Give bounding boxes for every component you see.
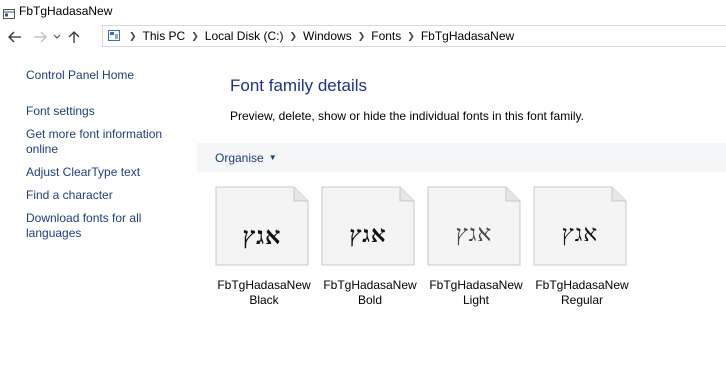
font-name: FbTgHadasaNew Bold	[320, 278, 420, 308]
navigation-row: ❯ This PC ❯ Local Disk (C:) ❯ Windows ❯ …	[0, 24, 726, 50]
address-bar[interactable]: ❯ This PC ❯ Local Disk (C:) ❯ Windows ❯ …	[102, 25, 726, 47]
sidebar-item-download-fonts[interactable]: Download fonts for all languages	[26, 211, 151, 241]
forward-arrow-icon	[34, 31, 47, 43]
font-style-name: Light	[462, 293, 490, 307]
window-title: FbTgHadasaNew	[19, 4, 113, 18]
command-bar: Organise ▼	[197, 143, 726, 172]
font-tile-regular[interactable]: אגץ FbTgHadasaNew Regular	[532, 185, 632, 307]
breadcrumb-separator-icon: ❯	[129, 30, 137, 41]
font-sample: אגץ	[349, 221, 387, 248]
back-arrow-icon	[8, 31, 21, 43]
font-name: FbTgHadasaNew Black	[214, 278, 314, 308]
sidebar-item-font-settings[interactable]: Font settings	[26, 104, 186, 119]
font-name: FbTgHadasaNew Light	[426, 278, 526, 308]
font-sample: אגץ	[455, 221, 493, 247]
page-description: Preview, delete, show or hide the indivi…	[230, 109, 584, 123]
font-folder-icon	[3, 6, 15, 19]
font-sample: אגץ	[561, 221, 599, 247]
back-button[interactable]	[5, 27, 25, 47]
breadcrumb-separator-icon: ❯	[289, 30, 298, 41]
sidebar-item-adjust-cleartype[interactable]: Adjust ClearType text	[26, 165, 186, 180]
font-family-name: FbTgHadasaNew	[535, 278, 629, 292]
title-bar: FbTgHadasaNew	[0, 0, 726, 22]
font-family-name: FbTgHadasaNew	[429, 278, 523, 292]
font-list: אגץ FbTgHadasaNew Black אגץ FbTgHadasaNe…	[214, 185, 726, 315]
breadcrumb-separator-icon: ❯	[191, 30, 199, 41]
font-tile-light[interactable]: אגץ FbTgHadasaNew Light	[426, 185, 526, 307]
font-family-window: FbTgHadasaNew ❯ This PC ❯ Local Disk (C:…	[0, 0, 726, 391]
breadcrumb-windows[interactable]: Windows	[303, 29, 352, 43]
forward-button[interactable]	[30, 27, 50, 47]
sidebar-item-get-more-font-information[interactable]: Get more font information online	[26, 127, 171, 157]
page-title: Font family details	[230, 76, 367, 95]
font-style-name: Bold	[357, 293, 383, 307]
left-task-pane: Control Panel Home Font settings Get mor…	[26, 68, 186, 241]
breadcrumb-local-disk[interactable]: Local Disk (C:)	[205, 29, 284, 43]
up-arrow-icon	[68, 31, 80, 43]
breadcrumb-separator-icon: ❯	[357, 30, 366, 41]
font-tile-black[interactable]: אגץ FbTgHadasaNew Black	[214, 185, 314, 307]
sidebar-item-find-a-character[interactable]: Find a character	[26, 188, 186, 203]
breadcrumb-fbtghadasanew[interactable]: FbTgHadasaNew	[421, 29, 514, 43]
font-sample: אגץ	[242, 221, 282, 250]
up-button[interactable]	[64, 27, 84, 47]
font-family-name: FbTgHadasaNew	[323, 278, 417, 292]
font-name: FbTgHadasaNew Regular	[532, 278, 632, 308]
organise-button[interactable]: Organise ▼	[215, 151, 277, 165]
font-style-name: Regular	[560, 293, 604, 307]
sidebar-item-control-panel-home[interactable]: Control Panel Home	[26, 68, 186, 83]
breadcrumb-this-pc[interactable]: This PC	[143, 29, 186, 43]
recent-locations-button[interactable]	[50, 27, 64, 47]
control-panel-icon	[107, 29, 123, 43]
caret-down-icon: ▼	[268, 153, 277, 162]
breadcrumb-fonts[interactable]: Fonts	[371, 29, 401, 43]
font-style-name: Black	[249, 293, 279, 307]
font-family-name: FbTgHadasaNew	[217, 278, 311, 292]
breadcrumb-separator-icon: ❯	[407, 30, 415, 41]
organise-label: Organise	[215, 150, 264, 165]
chevron-down-icon	[53, 34, 61, 39]
font-tile-bold[interactable]: אגץ FbTgHadasaNew Bold	[320, 185, 420, 307]
